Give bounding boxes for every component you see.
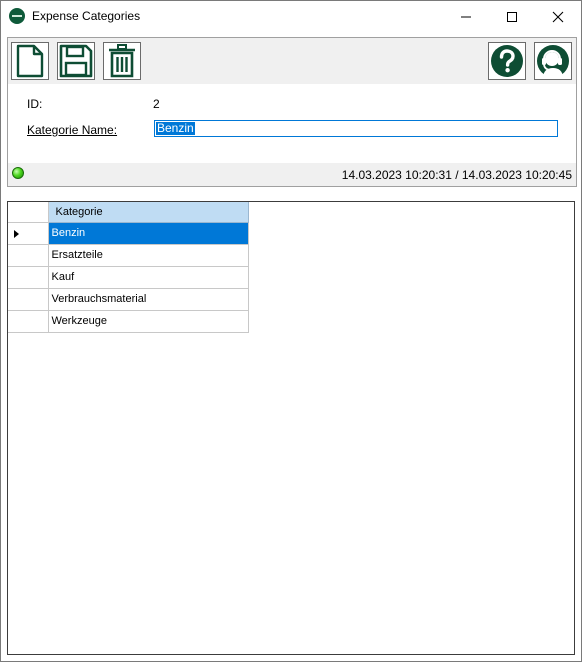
new-button[interactable] xyxy=(11,42,49,80)
minimize-icon xyxy=(461,16,471,17)
status-indicator-icon xyxy=(12,167,24,179)
row-header[interactable] xyxy=(8,222,49,245)
category-form: ID: 2 Kategorie Name: Benzin xyxy=(7,84,577,163)
grid-corner[interactable] xyxy=(8,202,49,223)
current-row-pointer-icon xyxy=(14,229,19,238)
column-header-kategorie[interactable]: Kategorie xyxy=(48,202,249,223)
table-row[interactable]: Kauf xyxy=(8,266,249,289)
title-bar[interactable]: Expense Categories xyxy=(1,1,581,32)
timestamps: 14.03.2023 10:20:31 / 14.03.2023 10:20:4… xyxy=(341,168,572,182)
toolbar xyxy=(7,37,577,85)
floppy-disk-icon xyxy=(59,44,93,78)
window-title: Expense Categories xyxy=(32,9,141,23)
new-document-icon xyxy=(16,44,44,78)
category-cell[interactable]: Werkzeuge xyxy=(48,310,249,333)
category-cell[interactable]: Ersatzteile xyxy=(48,244,249,267)
id-label: ID: xyxy=(27,97,43,111)
category-name-label: Kategorie Name: xyxy=(27,123,118,137)
row-header[interactable] xyxy=(8,310,49,333)
status-bar: 14.03.2023 10:20:31 / 14.03.2023 10:20:4… xyxy=(7,163,577,187)
close-icon xyxy=(552,11,564,22)
category-name-value: Benzin xyxy=(156,121,195,135)
row-header[interactable] xyxy=(8,266,49,289)
save-button[interactable] xyxy=(57,42,95,80)
app-logo-icon xyxy=(9,8,25,24)
close-button[interactable] xyxy=(535,1,581,32)
category-cell[interactable]: Benzin xyxy=(48,222,249,245)
category-table: Kategorie Benzin Ersatzteile Kauf Verbra… xyxy=(8,202,249,333)
id-value: 2 xyxy=(153,97,160,111)
question-icon xyxy=(491,45,523,77)
category-grid[interactable]: Kategorie Benzin Ersatzteile Kauf Verbra… xyxy=(7,201,575,655)
category-cell[interactable]: Kauf xyxy=(48,266,249,289)
category-cell[interactable]: Verbrauchsmaterial xyxy=(48,288,249,311)
row-header[interactable] xyxy=(8,244,49,267)
header-row: Kategorie xyxy=(8,202,249,223)
maximize-button[interactable] xyxy=(489,1,535,32)
table-row[interactable]: Benzin xyxy=(8,222,249,245)
support-button[interactable] xyxy=(534,42,572,80)
row-header[interactable] xyxy=(8,288,49,311)
help-button[interactable] xyxy=(488,42,526,80)
table-row[interactable]: Verbrauchsmaterial xyxy=(8,288,249,311)
expense-categories-window: Expense Categories ID: 2 Kategorie Name:… xyxy=(0,0,582,662)
support-headset-icon xyxy=(537,45,569,77)
table-row[interactable]: Ersatzteile xyxy=(8,244,249,267)
maximize-icon xyxy=(507,11,517,22)
table-row[interactable]: Werkzeuge xyxy=(8,310,249,333)
delete-button[interactable] xyxy=(103,42,141,80)
trash-icon xyxy=(109,44,135,78)
minimize-button[interactable] xyxy=(443,1,489,32)
category-name-input[interactable] xyxy=(154,120,558,137)
